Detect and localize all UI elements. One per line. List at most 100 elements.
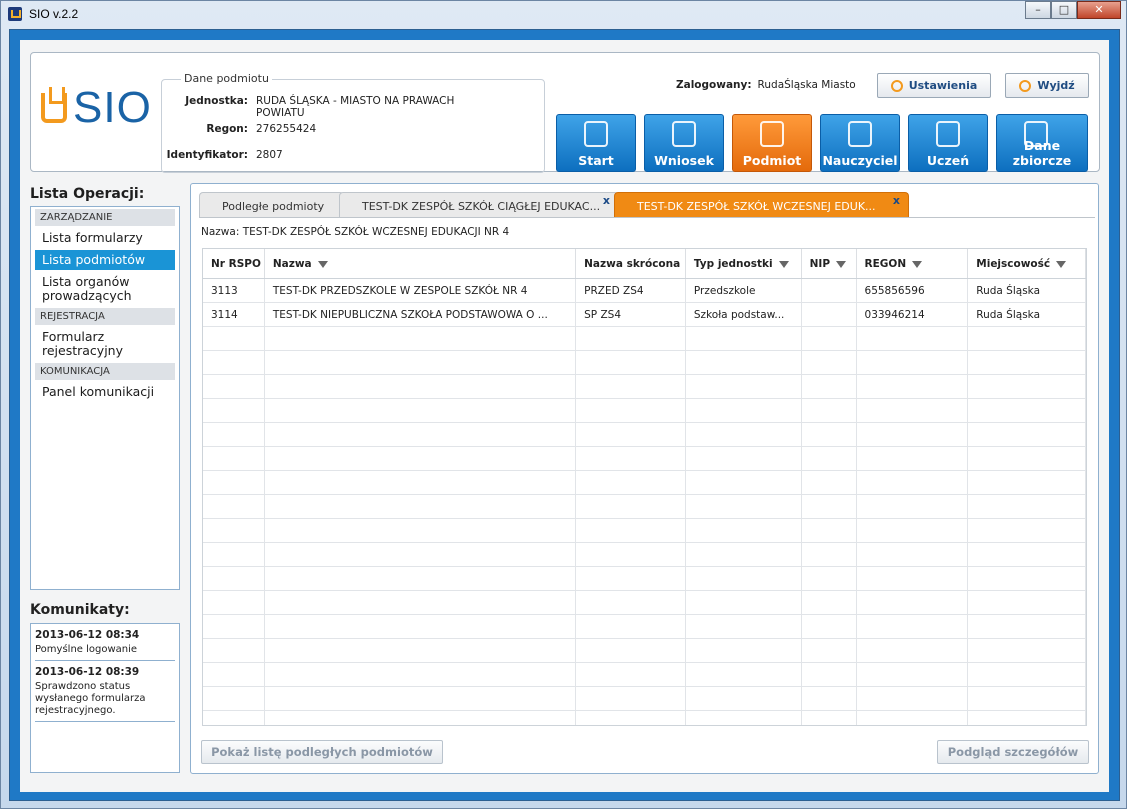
settings-button[interactable]: Ustawienia — [877, 73, 991, 98]
tab-zespol-wczesnej-label: TEST-DK ZESPÓŁ SZKÓŁ WCZESNEJ EDUK... — [637, 200, 876, 213]
empty-cell — [857, 567, 969, 590]
empty-cell — [265, 495, 577, 518]
empty-cell — [857, 519, 969, 542]
empty-table-row — [203, 519, 1086, 543]
menu-lista-organow[interactable]: Lista organów prowadzących — [35, 272, 175, 306]
nav-wniosek-label: Wniosek — [654, 153, 714, 168]
col-nazwa-skrocona[interactable]: Nazwa skrócona — [576, 249, 686, 278]
empty-cell — [857, 495, 969, 518]
minimize-button[interactable]: – — [1025, 1, 1051, 19]
empty-cell — [968, 591, 1086, 614]
exit-button[interactable]: Wyjdź — [1005, 73, 1089, 98]
empty-cell — [802, 519, 857, 542]
empty-table-row — [203, 495, 1086, 519]
empty-cell — [265, 591, 577, 614]
empty-cell — [576, 423, 686, 446]
nav-wniosek-button[interactable]: Wniosek — [644, 114, 724, 172]
nav-podmiot-button[interactable]: Podmiot — [732, 114, 812, 172]
sio-logo-text: SIO — [73, 83, 152, 132]
empty-cell — [802, 375, 857, 398]
col-typ-jednostki[interactable]: Typ jednostki — [686, 249, 802, 278]
cell-regon: 033946214 — [857, 303, 969, 326]
empty-cell — [857, 591, 969, 614]
menu-lista-podmiotow[interactable]: Lista podmiotów — [35, 250, 175, 270]
maximize-button[interactable]: □ — [1051, 1, 1077, 19]
filter-icon[interactable] — [317, 261, 328, 268]
tab-zespol-ciaglej[interactable]: TEST-DK ZESPÓŁ SZKÓŁ CIĄGŁEJ EDUKAC... x — [339, 192, 619, 218]
nav-nauczyciel-button[interactable]: Nauczyciel — [820, 114, 900, 172]
tab-bar: Podległe podmioty TEST-DK ZESPÓŁ SZKÓŁ C… — [199, 192, 1095, 218]
empty-cell — [203, 375, 265, 398]
empty-cell — [203, 711, 265, 725]
empty-cell — [576, 543, 686, 566]
details-preview-button[interactable]: Podgląd szczegółów — [937, 740, 1089, 764]
client-area: SIO Dane podmiotu Jednostka: RUDA ŚLĄSKA… — [9, 29, 1120, 801]
col-regon[interactable]: REGON — [857, 249, 969, 278]
message-date: 2013-06-12 08:39 — [35, 666, 140, 678]
empty-table-row — [203, 687, 1086, 711]
empty-cell — [968, 327, 1086, 350]
empty-cell — [576, 687, 686, 710]
filter-icon[interactable] — [836, 261, 847, 268]
empty-cell — [968, 687, 1086, 710]
cell-regon: 655856596 — [857, 279, 969, 302]
col-label: Nr RSPO — [211, 258, 261, 270]
empty-cell — [857, 663, 969, 686]
header-panel: SIO Dane podmiotu Jednostka: RUDA ŚLĄSKA… — [30, 52, 1100, 173]
empty-cell — [203, 399, 265, 422]
empty-cell — [686, 543, 802, 566]
table-row[interactable]: 3114 TEST-DK NIEPUBLICZNA SZKOŁA PODSTAW… — [203, 303, 1086, 327]
empty-table-row — [203, 423, 1086, 447]
empty-cell — [802, 615, 857, 638]
empty-table-row — [203, 351, 1086, 375]
close-window-button[interactable]: ✕ — [1077, 1, 1121, 19]
col-nip[interactable]: NIP — [802, 249, 857, 278]
logged-in-user: RudaŚląska Miasto — [757, 79, 856, 91]
nav-dane-zbiorcze-button[interactable]: Dane zbiorcze — [996, 114, 1088, 172]
filter-icon[interactable] — [778, 261, 789, 268]
cell-nazwa-skrocona: SP ZS4 — [576, 303, 686, 326]
menu-lista-formularzy[interactable]: Lista formularzy — [35, 228, 175, 248]
empty-cell — [968, 423, 1086, 446]
empty-cell — [265, 399, 577, 422]
empty-cell — [802, 423, 857, 446]
empty-cell — [802, 591, 857, 614]
empty-cell — [802, 687, 857, 710]
empty-cell — [802, 663, 857, 686]
col-miejscowosc[interactable]: Miejscowość — [968, 249, 1086, 278]
empty-cell — [686, 687, 802, 710]
empty-cell — [576, 639, 686, 662]
filter-icon[interactable] — [1056, 261, 1067, 268]
empty-cell — [203, 615, 265, 638]
menu-panel-komunikacji[interactable]: Panel komunikacji — [35, 382, 175, 402]
nav-start-label: Start — [578, 153, 614, 168]
empty-cell — [968, 495, 1086, 518]
table-row[interactable]: 3113 TEST-DK PRZEDSZKOLE W ZESPOLE SZKÓŁ… — [203, 279, 1086, 303]
empty-table-row — [203, 591, 1086, 615]
nav-start-button[interactable]: Start — [556, 114, 636, 172]
jednostka-value: RUDA ŚLĄSKA - MIASTO NA PRAWACH POWIATU — [256, 95, 455, 119]
identyfikator-label: Identyfikator: — [166, 149, 248, 161]
col-nazwa[interactable]: Nazwa — [265, 249, 577, 278]
empty-cell — [203, 639, 265, 662]
operations-title: Lista Operacji: — [30, 186, 145, 202]
close-tab-icon[interactable]: x — [893, 194, 900, 207]
tab-zespol-wczesnej[interactable]: TEST-DK ZESPÓŁ SZKÓŁ WCZESNEJ EDUK... x — [614, 192, 909, 218]
empty-table-row — [203, 375, 1086, 399]
empty-cell — [857, 351, 969, 374]
category-rejestracja: REJESTRACJA — [35, 308, 175, 325]
menu-formularz-rejestracyjny[interactable]: Formularz rejestracyjny — [35, 327, 175, 361]
sio-logo-icon — [41, 87, 67, 123]
empty-cell — [802, 447, 857, 470]
col-nr-rspo[interactable]: Nr RSPO — [203, 249, 265, 278]
show-subordinate-list-button[interactable]: Pokaż listę podległych podmiotów — [201, 740, 443, 764]
logged-in-label: Zalogowany: — [676, 79, 752, 91]
close-tab-icon[interactable]: x — [603, 194, 610, 207]
operations-list: ZARZĄDZANIE Lista formularzy Lista podmi… — [30, 206, 180, 590]
empty-cell — [802, 399, 857, 422]
filter-icon[interactable] — [912, 261, 923, 268]
tab-podlegle-podmioty[interactable]: Podległe podmioty — [199, 192, 344, 218]
nav-uczen-button[interactable]: Uczeń — [908, 114, 988, 172]
empty-cell — [857, 447, 969, 470]
nav-nauczyciel-label: Nauczyciel — [822, 153, 898, 168]
